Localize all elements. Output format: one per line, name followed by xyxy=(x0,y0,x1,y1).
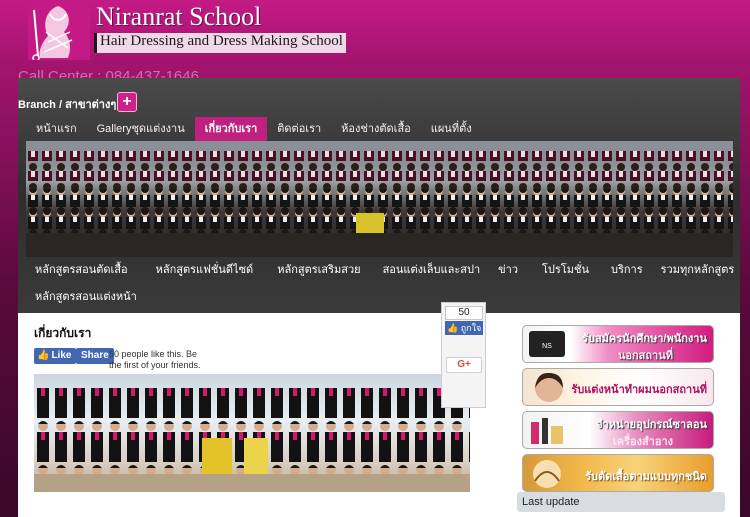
nav-item-about[interactable]: เกี่ยวกับเรา xyxy=(194,117,268,141)
course-navigation: หลักสูตรสอนตัดเสื้อ หลักสูตรแฟชั่นดีไซด์… xyxy=(26,259,743,281)
share-count: 50 xyxy=(445,306,483,320)
ad-salon-equipment-banner[interactable]: จำหน่ายอุปกรณ์ซาลอน เครื่องสำอาง xyxy=(522,411,714,449)
site-header: Niranrat School Hair Dressing and Dress … xyxy=(0,0,750,85)
nav-item-map[interactable]: แผนที่ตั้ง xyxy=(421,117,482,141)
share-like-button[interactable]: 👍 ถูกใจ xyxy=(445,321,483,335)
ad-salon-line2: เครื่องสำอาง xyxy=(612,436,673,448)
page-title: เกี่ยวกับเรา xyxy=(34,326,92,340)
nav-item-home[interactable]: หน้าแรก xyxy=(26,117,87,141)
last-update-heading: Last update xyxy=(517,492,725,512)
staff-group-photo xyxy=(34,374,470,492)
ad-salon-line1: จำหน่ายอุปกรณ์ซาลอน xyxy=(596,419,707,431)
model-face-icon xyxy=(535,372,563,402)
share-like-label: ถูกใจ xyxy=(460,323,482,333)
school-tagline: Hair Dressing and Dress Making School xyxy=(94,33,346,53)
thumbs-up-icon: 👍 xyxy=(37,350,50,361)
ad-tailoring-text: รับตัดเสื้อตามแบบทุกชนิด xyxy=(585,471,707,483)
course-item-services[interactable]: บริการ xyxy=(602,259,652,281)
main-navigation: หน้าแรก Galleryชุดแต่งงาน เกี่ยวกับเรา ต… xyxy=(26,117,482,141)
course-item-makeup[interactable]: หลักสูตรสอนแต่งหน้า xyxy=(26,286,146,308)
cosmetics-icon xyxy=(531,418,563,444)
staff-group-illustration xyxy=(34,388,470,492)
graduation-crowd-illustration xyxy=(26,141,733,257)
graduation-banner-image xyxy=(26,141,733,257)
school-logo-icon: NS xyxy=(529,331,565,357)
ad-tailoring-banner[interactable]: รับตัดเสื้อตามแบบทุกชนิด xyxy=(522,454,714,492)
page: { "header": { "school_name": "Niranrat S… xyxy=(0,0,750,517)
thumbs-up-icon: 👍 xyxy=(447,323,459,333)
course-item-fashion-design[interactable]: หลักสูตรแฟชั่นดีไซด์ xyxy=(147,259,263,281)
course-item-all-courses[interactable]: รวมทุกหลักสูตร xyxy=(652,259,744,281)
google-plus-button[interactable]: G+ xyxy=(446,357,482,373)
nav-item-gallery[interactable]: Galleryชุดแต่งงาน xyxy=(87,117,195,141)
course-item-news[interactable]: ข่าว xyxy=(489,259,527,281)
svg-text:NS: NS xyxy=(542,343,552,350)
course-item-beauty[interactable]: หลักสูตรเสริมสวย xyxy=(268,259,369,281)
ad-recruitment-banner[interactable]: NS รับสมัครนักศึกษา/พนักงาน นอกสถานที่ xyxy=(522,325,714,363)
facebook-like-button[interactable]: 👍 Like xyxy=(34,348,77,364)
branch-expand-icon[interactable]: + xyxy=(117,92,137,112)
course-navigation-row-2: หลักสูตรสอนแต่งหน้า xyxy=(26,286,146,308)
facebook-like-count-text: 50 people like this. Be the first of you… xyxy=(109,349,201,370)
facebook-like-label: Like xyxy=(51,350,72,361)
nav-item-tailor-room[interactable]: ห้องช่างตัดเสื้อ xyxy=(331,117,421,141)
nav-item-contact[interactable]: ติดต่อเรา xyxy=(267,117,331,141)
hairdresser-logo-icon xyxy=(28,2,90,60)
fabric-icon xyxy=(533,460,561,488)
ad-makeup-banner[interactable]: รับแต่งหน้าทำผมนอกสถานที่ xyxy=(522,368,714,406)
course-item-promotion[interactable]: โปรโมชั่น xyxy=(533,259,598,281)
ad-recruitment-line1: รับสมัครนักศึกษา/พนักงาน xyxy=(582,333,707,345)
course-item-sewing[interactable]: หลักสูตรสอนตัดเสื้อ xyxy=(26,259,137,281)
ad-makeup-text: รับแต่งหน้าทำผมนอกสถานที่ xyxy=(571,384,707,396)
ad-recruitment-line2: นอกสถานที่ xyxy=(617,350,673,362)
school-name: Niranrat School xyxy=(96,2,262,31)
branch-link[interactable]: Branch / สาขาต่างๆ xyxy=(18,95,116,113)
course-item-nails-spa[interactable]: สอนแต่งเล็บและสปา xyxy=(374,259,490,281)
